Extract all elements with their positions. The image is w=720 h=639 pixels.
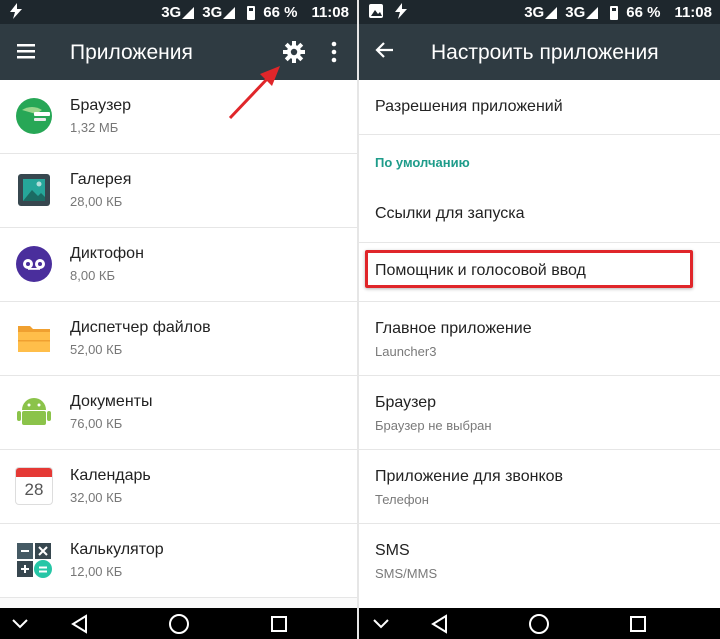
flash-icon (395, 3, 407, 19)
recorder-icon (16, 246, 52, 282)
menu-icon[interactable] (16, 40, 38, 62)
toolbar: Приложения (0, 24, 357, 80)
status-bar: 3G 3G 66 % 11:08 (359, 0, 720, 24)
battery-icon (247, 5, 256, 20)
calendar-day: 28 (24, 480, 44, 499)
home-icon[interactable] (168, 613, 190, 635)
app-item-gallery[interactable]: Галерея 28,00 КБ (0, 154, 357, 228)
app-name: Галерея (70, 171, 132, 188)
setting-title: Браузер (375, 394, 437, 411)
configure-apps-screen: 3G 3G 66 % 11:08 Настроить приложения Ра… (359, 0, 720, 639)
section-header: По умолчанию (375, 155, 470, 170)
network-2-indicator: 3G (202, 4, 239, 21)
app-name: Диктофон (70, 245, 144, 262)
app-list: Браузер 1,32 МБ Галерея 28,00 КБ Диктофо… (0, 80, 357, 608)
app-size: 32,00 КБ (70, 490, 123, 505)
settings-list: Разрешения приложений По умолчанию Ссылк… (359, 80, 720, 608)
setting-subtitle: Launcher3 (375, 344, 437, 359)
network-2-indicator: 3G (565, 4, 602, 21)
app-name: Калькулятор (70, 541, 164, 558)
browser-icon (16, 98, 52, 134)
calculator-icon (17, 543, 52, 578)
calendar-icon: 28 (16, 468, 52, 504)
app-item-calendar[interactable]: 28 Календарь 32,00 КБ (0, 450, 357, 524)
app-item-calculator[interactable]: Калькулятор 12,00 КБ (0, 524, 357, 598)
network-1-indicator: 3G (524, 4, 561, 21)
more-options-icon[interactable] (330, 41, 338, 63)
home-app-item[interactable]: Главное приложение Launcher3 (359, 302, 720, 376)
setting-title: Приложение для звонков (375, 468, 564, 485)
app-size: 8,00 КБ (70, 268, 116, 283)
app-item-recorder[interactable]: Диктофон 8,00 КБ (0, 228, 357, 302)
app-size: 1,32 МБ (70, 120, 119, 135)
back-icon[interactable] (430, 614, 448, 634)
signal-icon (223, 6, 236, 19)
navigation-bar (359, 608, 720, 639)
pointer-arrow-icon (228, 66, 280, 120)
arrow-left-icon[interactable] (375, 40, 395, 60)
app-name: Документы (70, 393, 153, 410)
app-item-file-manager[interactable]: Диспетчер файлов 52,00 КБ (0, 302, 357, 376)
setting-subtitle: Браузер не выбран (375, 418, 492, 433)
phone-app-item[interactable]: Приложение для звонков Телефон (359, 450, 720, 524)
app-item-documents[interactable]: Документы 76,00 КБ (0, 376, 357, 450)
sms-app-item[interactable]: SMS SMS/MMS (359, 524, 720, 597)
android-icon (17, 398, 51, 425)
page-title: Приложения (70, 41, 193, 64)
app-size: 76,00 КБ (70, 416, 123, 431)
battery-level: 66 % (626, 4, 661, 21)
battery-icon (610, 5, 619, 20)
setting-subtitle: SMS/MMS (375, 566, 438, 581)
signal-icon (586, 6, 599, 19)
app-size: 28,00 КБ (70, 194, 123, 209)
launch-links-item[interactable]: Ссылки для запуска (359, 183, 720, 243)
clock: 11:08 (674, 4, 712, 21)
signal-icon (545, 6, 558, 19)
apps-screen: 3G 3G 66 % 11:08 Приложения Браузер 1,32… (0, 0, 357, 639)
chevron-down-icon[interactable] (373, 619, 389, 629)
app-size: 52,00 КБ (70, 342, 123, 357)
app-size: 12,00 КБ (70, 564, 123, 579)
app-name: Календарь (70, 467, 151, 484)
folder-icon (18, 326, 50, 352)
app-name: Диспетчер файлов (70, 319, 211, 336)
network-1-indicator: 3G (161, 4, 198, 21)
image-notification-icon (369, 4, 383, 18)
toolbar: Настроить приложения (359, 24, 720, 80)
section-default: По умолчанию (359, 135, 720, 183)
recents-icon[interactable] (270, 615, 288, 633)
chevron-down-icon[interactable] (12, 619, 28, 629)
home-icon[interactable] (528, 613, 550, 635)
status-bar: 3G 3G 66 % 11:08 (0, 0, 357, 24)
navigation-bar (0, 608, 357, 639)
back-icon[interactable] (70, 614, 88, 634)
recents-icon[interactable] (629, 615, 647, 633)
page-title: Настроить приложения (431, 41, 659, 64)
battery-level: 66 % (263, 4, 298, 21)
setting-title: SMS (375, 542, 410, 559)
setting-title: Ссылки для запуска (375, 205, 525, 222)
gallery-icon (18, 174, 50, 206)
app-item-browser[interactable]: Браузер 1,32 МБ (0, 80, 357, 154)
setting-title: Главное приложение (375, 320, 532, 337)
highlight-frame (365, 250, 693, 288)
setting-subtitle: Телефон (375, 492, 429, 507)
clock: 11:08 (311, 4, 349, 21)
app-permissions-item[interactable]: Разрешения приложений (359, 80, 720, 135)
signal-icon (182, 6, 195, 19)
setting-title: Разрешения приложений (375, 98, 563, 115)
app-name: Браузер (70, 97, 132, 114)
browser-app-item[interactable]: Браузер Браузер не выбран (359, 376, 720, 450)
flash-icon (10, 3, 22, 19)
